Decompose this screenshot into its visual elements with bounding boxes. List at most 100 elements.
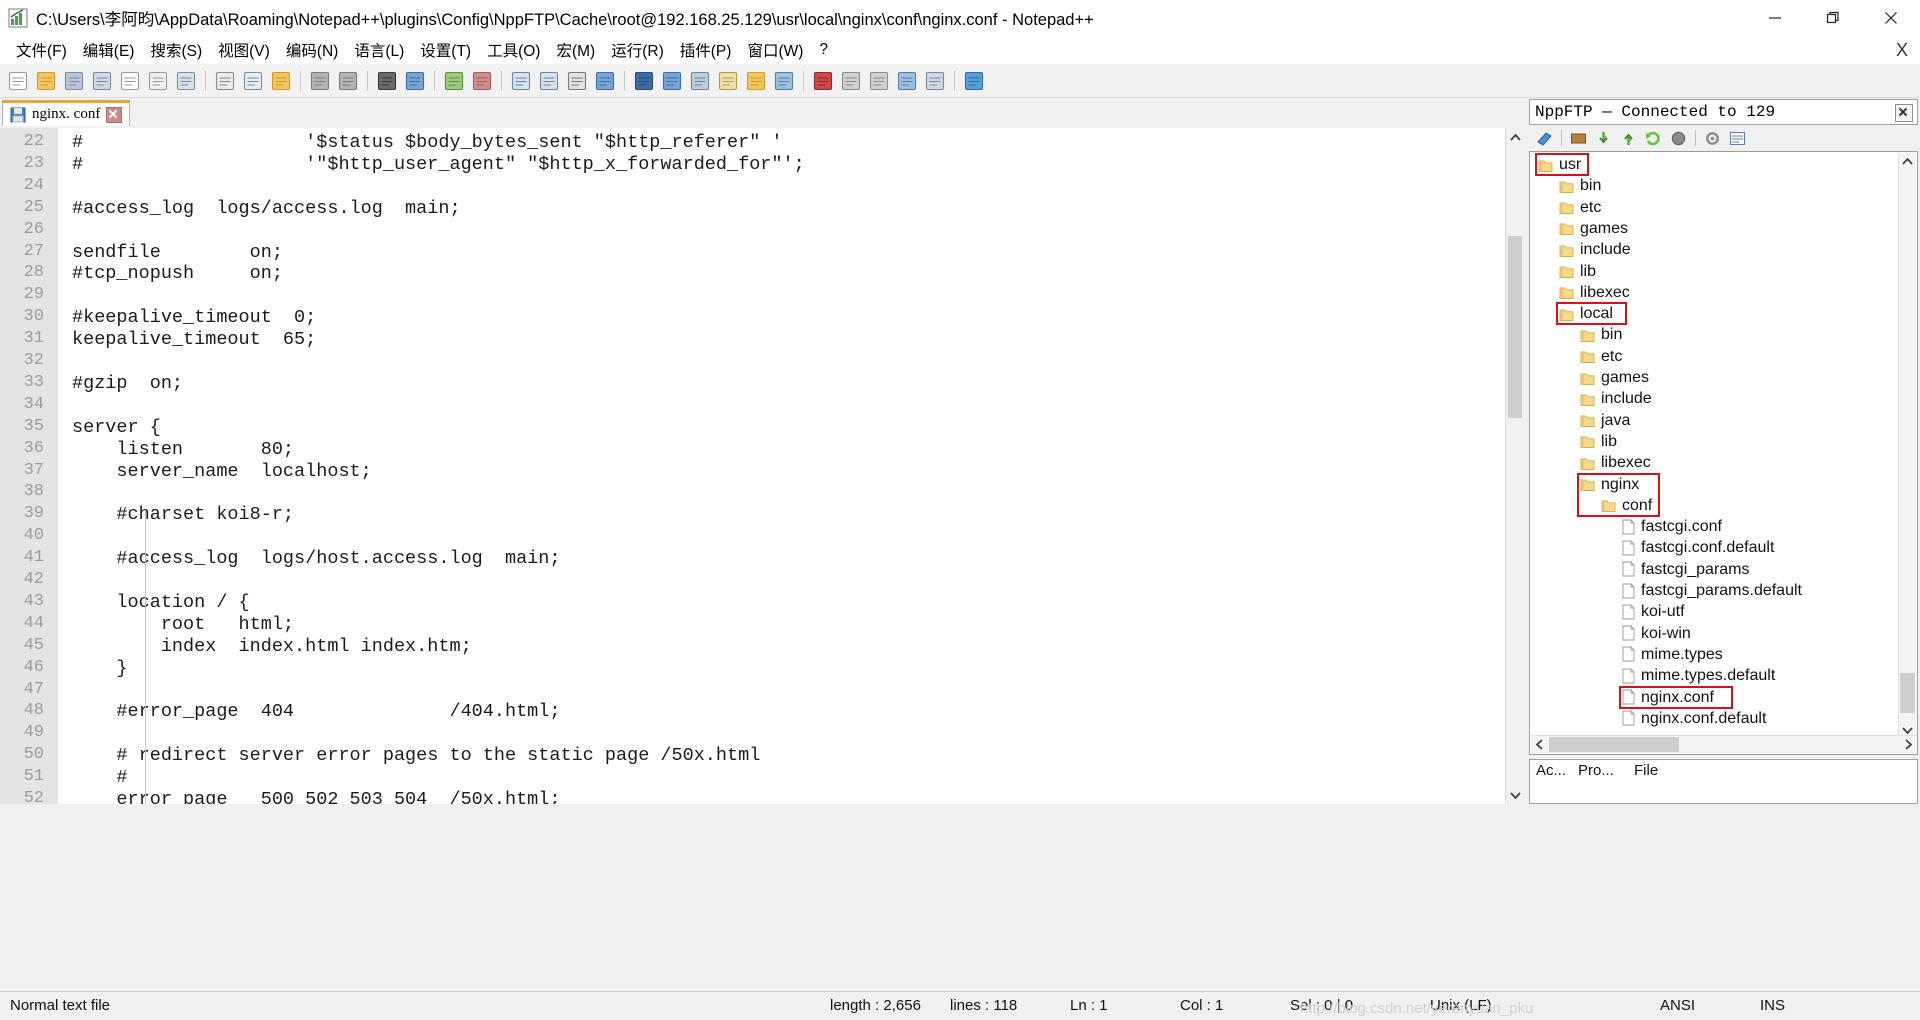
print-icon[interactable] — [175, 70, 197, 92]
abort-icon[interactable] — [1670, 130, 1687, 147]
tree-file-item[interactable]: fastcgi_params.default — [1622, 580, 1802, 601]
code-line[interactable]: server { — [72, 417, 161, 438]
zoom-out-icon[interactable] — [471, 70, 493, 92]
zoom-in-icon[interactable] — [443, 70, 465, 92]
sync-horizontal-icon[interactable] — [538, 70, 560, 92]
ui-userdefined-icon[interactable] — [661, 70, 683, 92]
code-line[interactable]: #keepalive_timeout 0; — [72, 307, 316, 328]
menu-item-1[interactable]: 编辑(E) — [75, 36, 143, 64]
tree-folder-item[interactable]: include — [1559, 239, 1631, 260]
ftp-file-tree[interactable]: usr bin etc games include lib libexec local bin e… — [1529, 151, 1918, 755]
code-line[interactable]: keepalive_timeout 65; — [72, 329, 316, 350]
code-line[interactable]: } — [72, 658, 127, 679]
code-line[interactable]: # — [72, 767, 127, 788]
scroll-up-icon[interactable] — [1506, 128, 1524, 146]
menu-item-11[interactable]: 窗口(W) — [739, 36, 811, 64]
code-editor[interactable]: 22 # '$status $body_bytes_sent "$http_ref… — [0, 128, 1524, 804]
tree-scroll-up-icon[interactable] — [1899, 153, 1916, 170]
nppftp-icon[interactable] — [963, 70, 985, 92]
tab-nginx-conf[interactable]: nginx. conf — [2, 100, 131, 126]
tree-hscroll-thumb[interactable] — [1549, 737, 1679, 752]
new-file-icon[interactable] — [7, 70, 29, 92]
stop-macro-icon[interactable] — [840, 70, 862, 92]
tree-file-item[interactable]: mime.types.default — [1622, 665, 1775, 686]
tree-folder-item[interactable]: bin — [1559, 175, 1601, 196]
tree-folder-item[interactable]: conf — [1601, 495, 1652, 516]
ftp-col-action[interactable]: Ac... — [1530, 760, 1572, 782]
settings-icon[interactable] — [1704, 130, 1721, 147]
code-line[interactable]: root html; — [72, 614, 294, 635]
tree-file-item[interactable]: fastcgi_params — [1622, 559, 1750, 580]
code-line[interactable]: sendfile on; — [72, 242, 283, 263]
messages-icon[interactable] — [1729, 130, 1746, 147]
open-directory-icon[interactable] — [1570, 130, 1587, 147]
menu-item-5[interactable]: 语言(L) — [346, 36, 412, 64]
close-document-button[interactable]: X — [1896, 36, 1908, 64]
tree-scroll-thumb[interactable] — [1900, 673, 1915, 713]
indent-guide-icon[interactable] — [633, 70, 655, 92]
tree-vertical-scrollbar[interactable] — [1898, 153, 1916, 739]
tree-file-item[interactable]: fastcgi.conf.default — [1622, 537, 1774, 558]
ftp-queue-list[interactable]: Ac... Pro... File — [1529, 759, 1918, 804]
code-line[interactable]: listen 80; — [72, 439, 294, 460]
download-icon[interactable] — [1595, 130, 1612, 147]
close-all-icon[interactable] — [147, 70, 169, 92]
editor-vertical-scrollbar[interactable] — [1505, 128, 1524, 804]
save-macro-icon[interactable] — [924, 70, 946, 92]
playback-macro-icon[interactable] — [868, 70, 890, 92]
menu-item-0[interactable]: 文件(F) — [8, 36, 75, 64]
undo-icon[interactable] — [309, 70, 331, 92]
code-line[interactable]: # redirect server error pages to the sta… — [72, 745, 760, 766]
show-all-chars-icon[interactable] — [594, 70, 616, 92]
menu-item-7[interactable]: 工具(O) — [479, 36, 548, 64]
code-line[interactable]: #tcp_nopush on; — [72, 263, 283, 284]
close-panel-icon[interactable] — [1895, 104, 1913, 122]
tree-folder-item[interactable]: lib — [1580, 431, 1617, 452]
tree-file-item[interactable]: mime.types — [1622, 644, 1723, 665]
fast-playback-icon[interactable] — [896, 70, 918, 92]
replace-icon[interactable] — [404, 70, 426, 92]
tree-folder-item[interactable]: local — [1559, 303, 1613, 324]
tree-file-item[interactable]: koi-utf — [1622, 601, 1685, 622]
redo-icon[interactable] — [337, 70, 359, 92]
connect-icon[interactable] — [1536, 130, 1553, 147]
cut-icon[interactable] — [214, 70, 236, 92]
record-macro-icon[interactable] — [812, 70, 834, 92]
menu-item-8[interactable]: 宏(M) — [548, 36, 603, 64]
refresh-icon[interactable] — [1645, 130, 1662, 147]
tree-folder-item[interactable]: lib — [1559, 261, 1596, 282]
monitoring-icon[interactable] — [773, 70, 795, 92]
tree-scroll-right-icon[interactable] — [1900, 736, 1917, 753]
code-line[interactable]: # '"$http_user_agent" "$http_x_forwarded… — [72, 154, 805, 175]
folder-as-workspace-icon[interactable] — [745, 70, 767, 92]
tree-folder-item[interactable]: libexec — [1559, 282, 1630, 303]
close-file-icon[interactable] — [119, 70, 141, 92]
tree-file-item[interactable]: koi-win — [1622, 623, 1691, 644]
scroll-down-icon[interactable] — [1506, 786, 1524, 804]
code-text-area[interactable]: 22 # '$status $body_bytes_sent "$http_ref… — [0, 128, 1510, 804]
ftp-col-progress[interactable]: Pro... — [1572, 760, 1628, 782]
tree-folder-item[interactable]: java — [1580, 410, 1630, 431]
save-all-icon[interactable] — [91, 70, 113, 92]
editor-scroll-thumb[interactable] — [1508, 236, 1522, 418]
close-tab-icon[interactable] — [106, 106, 123, 123]
tree-folder-item[interactable]: bin — [1580, 324, 1622, 345]
tree-file-item[interactable]: nginx.conf — [1622, 687, 1714, 708]
menu-item-2[interactable]: 搜索(S) — [142, 36, 210, 64]
tree-folder-item[interactable]: include — [1580, 388, 1652, 409]
maximize-restore-button[interactable] — [1804, 0, 1862, 36]
menu-item-12[interactable]: ? — [811, 38, 836, 62]
code-line[interactable]: index index.html index.htm; — [72, 636, 472, 657]
minimize-button[interactable] — [1746, 0, 1804, 36]
menu-item-3[interactable]: 视图(V) — [210, 36, 278, 64]
find-icon[interactable] — [376, 70, 398, 92]
upload-icon[interactable] — [1620, 130, 1637, 147]
code-line[interactable]: # '$status $body_bytes_sent "$http_refer… — [72, 132, 783, 153]
tree-file-item[interactable]: fastcgi.conf — [1622, 516, 1722, 537]
code-line[interactable]: #gzip on; — [72, 373, 183, 394]
ftp-col-file[interactable]: File — [1628, 760, 1917, 782]
code-line[interactable]: #access_log logs/access.log main; — [72, 198, 461, 219]
code-line[interactable]: server_name localhost; — [72, 461, 371, 482]
save-icon[interactable] — [63, 70, 85, 92]
close-window-button[interactable] — [1862, 0, 1920, 36]
